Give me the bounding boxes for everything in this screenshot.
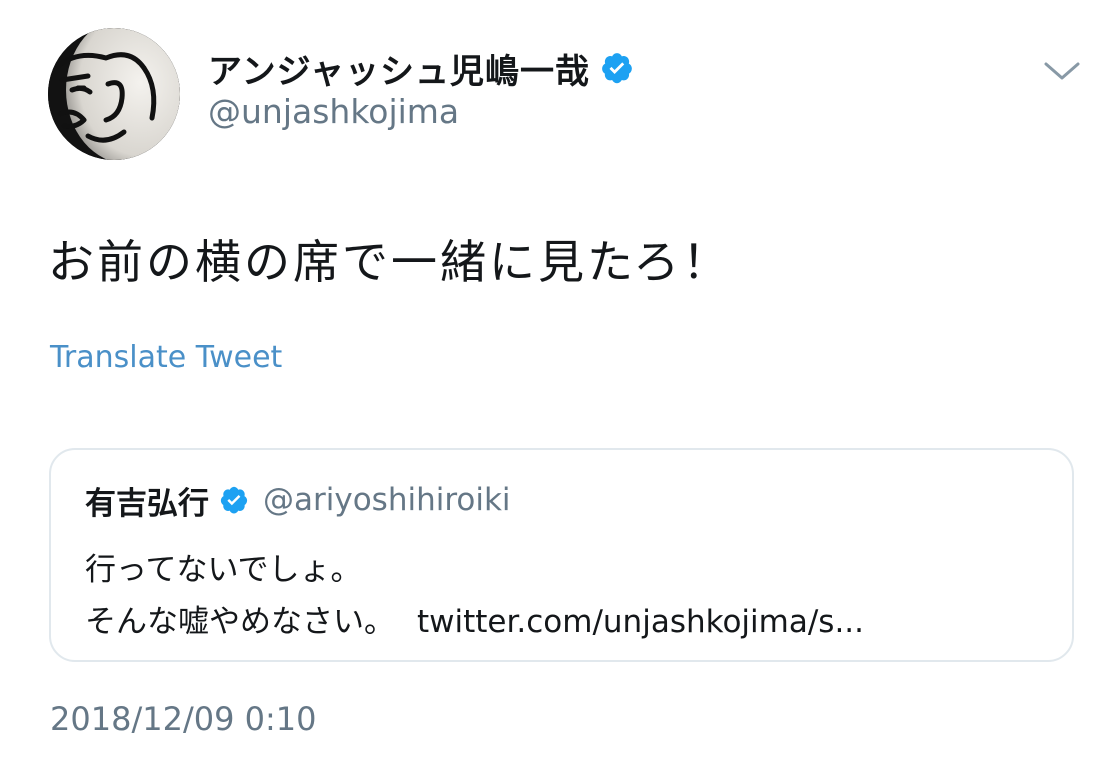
tweet-timestamp[interactable]: 2018/12/09 0:10 xyxy=(50,700,316,738)
quoted-tweet-text-line-2-body: そんな嘘やめなさい。 xyxy=(85,604,395,640)
quoted-tweet-header: 有吉弘行 @ariyoshihiroiki xyxy=(85,478,511,522)
quoted-author-display-name: 有吉弘行 xyxy=(85,485,209,522)
quoted-tweet-text-line-2: そんな嘘やめなさい。 twitter.com/unjashkojima/s... xyxy=(85,596,864,641)
verified-badge-icon xyxy=(600,51,634,85)
translate-tweet-link[interactable]: Translate Tweet xyxy=(50,340,282,375)
author-handle[interactable]: @unjashkojima xyxy=(208,92,459,131)
quoted-tweet-card[interactable]: 有吉弘行 @ariyoshihiroiki 行ってないでしょ。 そんな嘘やめなさ… xyxy=(49,448,1074,662)
quoted-tweet-link[interactable]: twitter.com/unjashkojima/s... xyxy=(417,604,864,640)
avatar-image xyxy=(48,28,180,160)
tweet-text: お前の横の席で一緒に見たろ！ xyxy=(48,235,732,289)
author-name-row[interactable]: アンジャッシュ児嶋一哉 xyxy=(208,44,634,92)
avatar[interactable] xyxy=(48,28,180,160)
verified-badge-icon xyxy=(219,485,249,515)
chevron-down-icon[interactable] xyxy=(1040,56,1084,88)
quoted-tweet-text-line-1: 行ってないでしょ。 xyxy=(85,552,362,588)
quoted-author-handle: @ariyoshihiroiki xyxy=(263,482,511,518)
author-display-name[interactable]: アンジャッシュ児嶋一哉 xyxy=(208,44,590,93)
